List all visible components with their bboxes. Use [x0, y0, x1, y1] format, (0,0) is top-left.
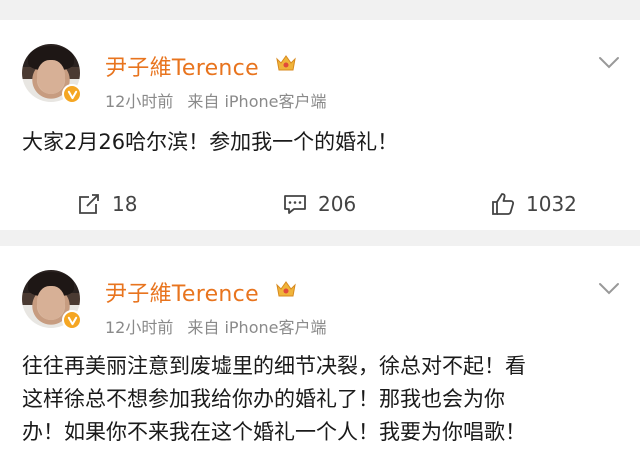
verified-v-icon: [62, 84, 82, 104]
comment-icon: [284, 195, 306, 214]
post-text-line: 办！如果你不来我在这个婚礼一个人！我要为你唱歌！: [22, 420, 526, 444]
chevron-down-icon[interactable]: [598, 282, 620, 296]
repost-icon: [79, 194, 99, 214]
crown-icon[interactable]: [274, 51, 298, 75]
action-bar: 18 206 1032: [0, 188, 640, 220]
post-source[interactable]: 来自 iPhone客户端: [187, 318, 326, 337]
post-text: 大家2月26哈尔滨！参加我一个的婚礼！: [22, 130, 399, 154]
author-name[interactable]: 尹子維Terence: [105, 50, 259, 82]
comment-count: 206: [318, 192, 357, 216]
post-meta: 12小时前 来自 iPhone客户端: [105, 314, 326, 338]
post-text: 往往再美丽注意到废墟里的细节决裂，徐总对不起！看 这样徐总不想参加我给你办的婚礼…: [22, 350, 618, 449]
like-icon: [492, 193, 515, 215]
weibo-post: 尹子維Terence 12小时前 来自 iPhone客户端 大家2月26哈尔滨！参…: [0, 20, 640, 230]
like-button[interactable]: 1032: [490, 188, 577, 220]
chevron-down-icon[interactable]: [598, 56, 620, 70]
verified-v-icon: [62, 310, 82, 330]
post-source[interactable]: 来自 iPhone客户端: [187, 92, 326, 111]
post-text-line: 这样徐总不想参加我给你办的婚礼了！那我也会为你: [22, 387, 505, 411]
post-time: 12小时前: [105, 318, 174, 337]
post-time: 12小时前: [105, 92, 174, 111]
crown-icon[interactable]: [274, 277, 298, 301]
repost-count: 18: [112, 192, 138, 216]
repost-button[interactable]: 18: [76, 188, 137, 220]
post-meta: 12小时前 来自 iPhone客户端: [105, 88, 326, 112]
comment-button[interactable]: 206: [282, 188, 356, 220]
author-name[interactable]: 尹子維Terence: [105, 276, 259, 308]
like-count: 1032: [526, 192, 577, 216]
weibo-post: 尹子維Terence 12小时前 来自 iPhone客户端 往往再美丽注意到废墟里…: [0, 246, 640, 470]
post-text-line: 往往再美丽注意到废墟里的细节决裂，徐总对不起！看: [22, 354, 526, 378]
